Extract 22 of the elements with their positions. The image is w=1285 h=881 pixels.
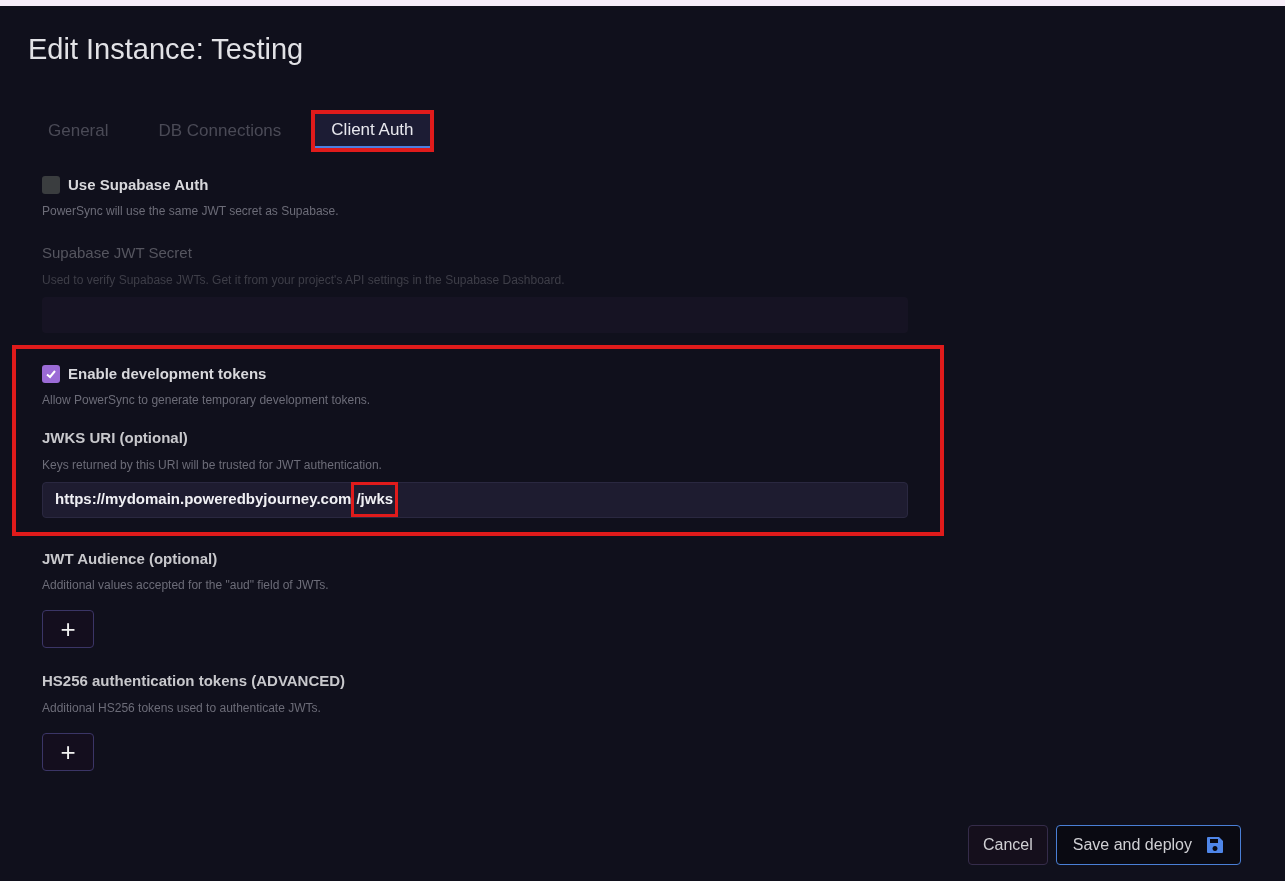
save-button[interactable]: Save and deploy [1055,825,1241,865]
checkbox-description: PowerSync will use the same JWT secret as Supabase. [42,203,340,220]
list-label: JWT Audience (optional) [42,548,219,569]
checkbox-label: Use Supabase Auth [68,174,209,195]
field-label: JWKS URI (optional) [42,428,189,448]
list-label: HS256 authentication tokens (ADVANCED) [42,671,347,691]
input-field[interactable]: https://mydomain.poweredbyjourney.com /jwks [42,481,908,518]
list-description: Additional HS256 tokens used to authenticate JWTs. [42,699,322,717]
add-button[interactable]: + [42,610,94,648]
highlighted-text: /jwks [351,482,399,517]
field-value: https://mydomain.poweredbyjourney.com [55,489,352,510]
list-description: Additional values accepted for the "aud" field of JWTs. [42,577,330,594]
field-label: Supabase JWT Secret [42,243,193,263]
checkbox-label: Enable development tokens [68,363,267,384]
checkbox[interactable] [42,175,60,194]
checkbox[interactable] [42,364,60,383]
page-title: Edit Instance: Testing [28,32,305,67]
field-description: Keys returned by this URI will be trusted for JWT authentication. [42,456,383,474]
add-button[interactable]: + [42,732,94,771]
tab[interactable]: Client Auth [315,113,430,148]
cancel-button[interactable]: Cancel [968,825,1048,865]
checkbox-description: Allow PowerSync to generate temporary development tokens. [42,392,372,409]
